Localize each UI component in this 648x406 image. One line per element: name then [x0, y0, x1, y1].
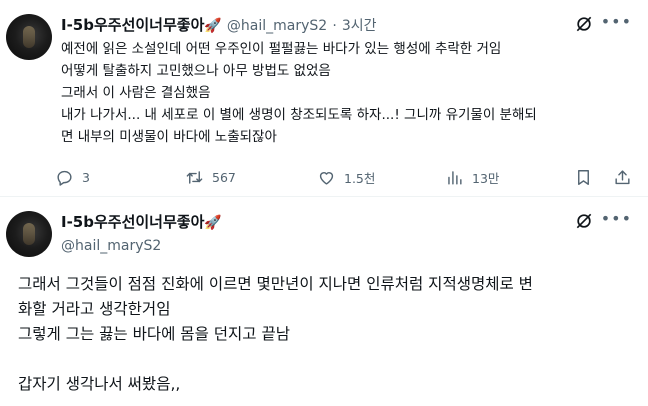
tweet-line: 그래서 이 사람은 결심했음 [61, 85, 211, 101]
retweet-button[interactable]: 567 [185, 168, 236, 187]
heart-icon [319, 172, 334, 185]
like-button[interactable]: 1.5천 [317, 168, 375, 187]
rocket-emoji: 🚀 [204, 18, 222, 34]
avatar[interactable] [6, 14, 52, 60]
views-icon [448, 171, 462, 185]
reply-button[interactable]: 3 [55, 168, 90, 187]
display-name[interactable]: I-5b우주선이너무좋아 [61, 213, 204, 231]
views-button[interactable]: 13만 [445, 168, 499, 187]
mute-icon[interactable] [574, 211, 594, 231]
display-name[interactable]: I-5b우주선이너무좋아 [61, 16, 204, 34]
retweet-count: 567 [212, 170, 236, 185]
user-handle[interactable]: @hail_maryS2 [61, 238, 222, 254]
tweet-line: 화할 거라고 생각한거임 [18, 300, 171, 318]
tweet-line: 면 내부의 미생물이 바다에 노출되잖아 [61, 129, 277, 145]
tweet-header: I-5b우주선이너무좋아🚀 @hail_maryS2 · 3시간 [61, 14, 377, 35]
tweet-line: 예전에 읽은 소설인데 어떤 우주인이 펄펄끓는 바다가 있는 행성에 추락한 … [61, 41, 502, 57]
tweet-line: 그래서 그것들이 점점 진화에 이르면 몇만년이 지나면 인류처럼 지적생명체로… [18, 275, 533, 293]
separator-dot: · [332, 18, 337, 34]
more-horizontal-icon[interactable]: ••• [601, 209, 632, 228]
timestamp[interactable]: 3시간 [342, 18, 377, 34]
views-count: 13만 [472, 171, 500, 186]
tweet-header: I-5b우주선이너무좋아🚀 @hail_maryS2 [61, 211, 222, 254]
tweet-line: 그렇게 그는 끓는 바다에 몸을 던지고 끝남 [18, 325, 290, 343]
mute-icon[interactable] [574, 14, 594, 34]
tweet-line: 내가 나가서... 내 세포로 이 별에 생명이 창조되도록 하자...! 그니… [61, 107, 537, 123]
avatar[interactable] [6, 211, 52, 257]
tweet-actions: 3 567 1.5천 13만 [55, 168, 640, 190]
retweet-icon [186, 171, 203, 184]
tweet-text: 그래서 그것들이 점점 진화에 이르면 몇만년이 지나면 인류처럼 지적생명체로… [18, 272, 630, 397]
share-icon [615, 170, 630, 185]
bookmark-button[interactable] [574, 168, 601, 187]
reply-count: 3 [82, 170, 90, 185]
tweet-line: 어떻게 탈출하지 고민했으나 아무 방법도 없었음 [61, 63, 331, 79]
tweet-1[interactable]: I-5b우주선이너무좋아🚀 @hail_maryS2 · 3시간 ••• 예전에… [0, 0, 648, 197]
share-button[interactable] [613, 168, 640, 187]
reply-icon [57, 170, 72, 186]
rocket-emoji: 🚀 [204, 215, 222, 231]
tweet-line: 갑자기 생각나서 써봤음,, [18, 375, 181, 393]
user-handle[interactable]: @hail_maryS2 [227, 18, 327, 34]
tweet-2[interactable]: I-5b우주선이너무좋아🚀 @hail_maryS2 ••• 그래서 그것들이 … [0, 197, 648, 406]
like-count: 1.5천 [344, 171, 376, 186]
tweet-text: 예전에 읽은 소설인데 어떤 우주인이 펄펄끓는 바다가 있는 행성에 추락한 … [61, 38, 631, 148]
bookmark-icon [578, 170, 589, 185]
more-horizontal-icon[interactable]: ••• [601, 12, 632, 31]
